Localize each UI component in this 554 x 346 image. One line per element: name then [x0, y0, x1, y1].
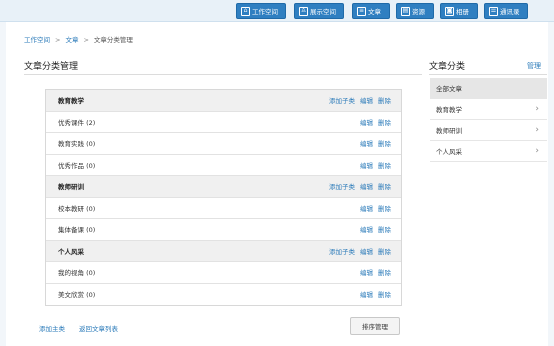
camera-icon: ◙: [445, 6, 454, 16]
category-name: 优秀课件 (2): [58, 118, 96, 127]
delete-link[interactable]: 删除: [378, 160, 391, 170]
edit-link[interactable]: 编辑: [360, 267, 373, 277]
top-navigation-bar: ⌂ 工作空间 ♙ 展示空间 ≡ 文章 ▤ 资源 ◙ 相册 ☰ 通讯录: [0, 0, 554, 22]
edit-link[interactable]: 编辑: [360, 289, 373, 299]
sidebar-item-label: 全部文章: [436, 85, 462, 93]
add-subcategory-link[interactable]: 添加子类: [329, 181, 355, 191]
sidebar-item-label: 个人风采: [436, 148, 462, 156]
nav-resources-button[interactable]: ▤ 资源: [396, 3, 434, 19]
delete-link[interactable]: 删除: [378, 224, 391, 234]
table-row: 我的视角 (0) 编辑 删除: [46, 262, 401, 284]
table-row: 优秀课件 (2) 编辑 删除: [46, 112, 401, 133]
category-name: 教育教学: [58, 97, 84, 106]
home-icon: ⌂: [241, 6, 250, 16]
edit-link[interactable]: 编辑: [360, 95, 373, 105]
edit-link[interactable]: 编辑: [360, 117, 373, 127]
sort-management-button[interactable]: 排序管理: [350, 317, 400, 335]
delete-link[interactable]: 删除: [378, 181, 391, 191]
table-row: 教育实践 (0) 编辑 删除: [46, 133, 401, 155]
sidebar-divider: [429, 74, 547, 75]
page-title: 文章分类管理: [24, 62, 79, 72]
delete-link[interactable]: 删除: [378, 138, 391, 148]
category-name: 教师研训: [58, 183, 84, 192]
breadcrumb-separator: >: [83, 36, 89, 44]
chevron-right-icon: ›: [535, 104, 539, 114]
sidebar-category-list: 全部文章 教育教学 › 教师研训 › 个人风采 ›: [430, 78, 547, 162]
breadcrumb-current: 文章分类管理: [93, 36, 133, 44]
nav-showcase-button[interactable]: ♙ 展示空间: [294, 3, 344, 19]
edit-link[interactable]: 编辑: [360, 138, 373, 148]
category-name: 教育实践 (0): [58, 140, 96, 149]
nav-contacts-button[interactable]: ☰ 通讯录: [484, 3, 528, 19]
table-row: 优秀作品 (0) 编辑 删除: [46, 155, 401, 176]
add-subcategory-link[interactable]: 添加子类: [329, 246, 355, 256]
sidebar-item-label: 教育教学: [436, 106, 462, 114]
sidebar-manage-link[interactable]: 管理: [527, 61, 541, 71]
edit-link[interactable]: 编辑: [360, 203, 373, 213]
breadcrumb-separator: >: [55, 36, 61, 44]
table-row-parent: 个人风采 添加子类 编辑 删除: [46, 240, 401, 262]
edit-link[interactable]: 编辑: [360, 160, 373, 170]
sidebar-item-all[interactable]: 全部文章: [430, 78, 547, 99]
sidebar-item-teaching[interactable]: 教育教学 ›: [430, 99, 547, 120]
add-main-category-link[interactable]: 添加主类: [39, 323, 65, 333]
table-row-parent: 教育教学 添加子类 编辑 删除: [46, 90, 401, 112]
breadcrumb-articles-link[interactable]: 文章: [65, 36, 78, 44]
sidebar-item-label: 教师研训: [436, 127, 462, 135]
breadcrumb-workspace-link[interactable]: 工作空间: [24, 36, 50, 44]
user-icon: ♙: [299, 6, 308, 16]
edit-link[interactable]: 编辑: [360, 246, 373, 256]
main-panel: 工作空间 > 文章 > 文章分类管理 文章分类管理 教育教学 添加子类 编辑 删除 优秀课件…: [6, 22, 548, 346]
delete-link[interactable]: 删除: [378, 289, 391, 299]
sidebar-item-training[interactable]: 教师研训 ›: [430, 120, 547, 141]
category-name: 我的视角 (0): [58, 269, 96, 278]
contacts-icon: ☰: [489, 6, 498, 16]
chevron-right-icon: ›: [535, 125, 539, 135]
category-name: 优秀作品 (0): [58, 161, 96, 170]
delete-link[interactable]: 删除: [378, 246, 391, 256]
category-name: 个人风采: [58, 247, 84, 256]
category-table: 教育教学 添加子类 编辑 删除 优秀课件 (2) 编辑 删除 教育实践 (0) 编辑删…: [45, 89, 402, 306]
nav-articles-button[interactable]: ≡ 文章: [352, 3, 390, 19]
sidebar-title: 文章分类: [429, 62, 466, 72]
edit-link[interactable]: 编辑: [360, 224, 373, 234]
delete-link[interactable]: 删除: [378, 117, 391, 127]
delete-link[interactable]: 删除: [378, 203, 391, 213]
page-background: 工作空间 > 文章 > 文章分类管理 文章分类管理 教育教学 添加子类 编辑 删除 优秀课件…: [0, 22, 554, 346]
category-name: 校本教研 (0): [58, 204, 96, 213]
delete-link[interactable]: 删除: [378, 95, 391, 105]
nav-workspace-button[interactable]: ⌂ 工作空间: [236, 3, 286, 19]
file-icon: ▤: [401, 6, 410, 16]
table-row: 校本教研 (0) 编辑 删除: [46, 198, 401, 219]
chevron-right-icon: ›: [535, 146, 539, 156]
edit-link[interactable]: 编辑: [360, 181, 373, 191]
nav-album-button[interactable]: ◙ 相册: [440, 3, 478, 19]
table-row-parent: 教师研训 添加子类 编辑 删除: [46, 176, 401, 198]
table-row: 美文欣赏 (0) 编辑 删除: [46, 284, 401, 306]
delete-link[interactable]: 删除: [378, 267, 391, 277]
category-name: 集体备课 (0): [58, 226, 96, 235]
document-icon: ≡: [357, 6, 366, 16]
back-to-articles-link[interactable]: 返回文章列表: [79, 323, 118, 333]
breadcrumb: 工作空间 > 文章 > 文章分类管理: [24, 34, 133, 44]
category-name: 美文欣赏 (0): [58, 291, 96, 300]
sidebar-item-personal[interactable]: 个人风采 ›: [430, 141, 547, 162]
table-row: 集体备课 (0) 编辑 删除: [46, 219, 401, 241]
title-divider: [24, 74, 422, 75]
add-subcategory-link[interactable]: 添加子类: [329, 95, 355, 105]
